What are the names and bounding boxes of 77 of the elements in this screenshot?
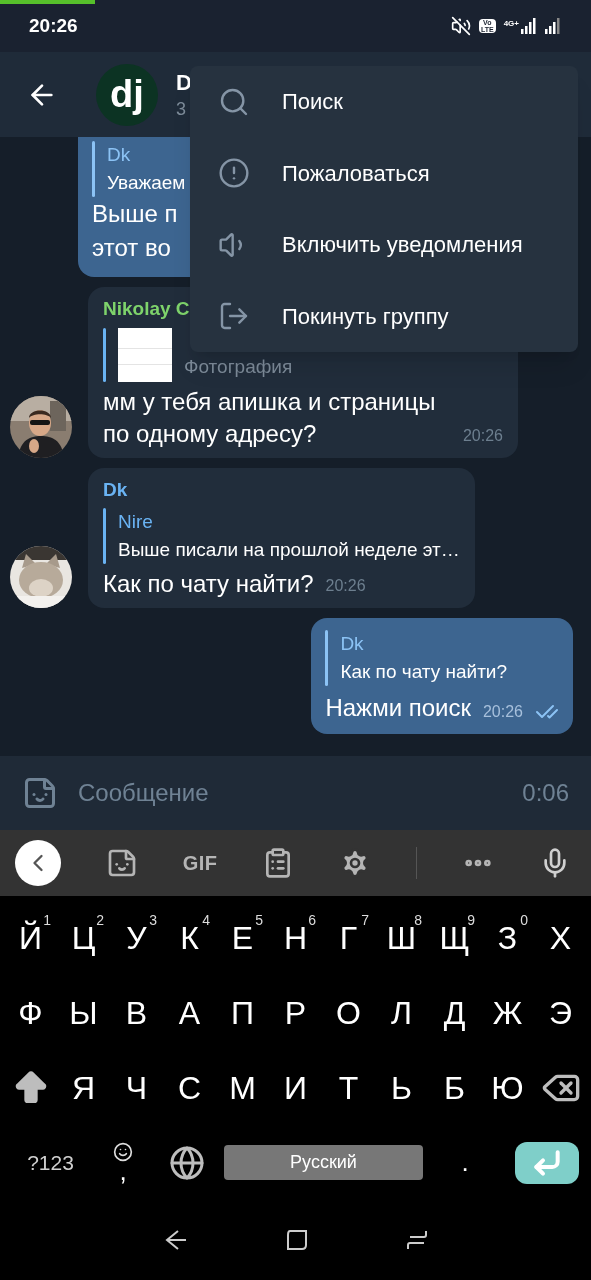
network-type: 4G+ [503,18,519,30]
key[interactable]: Р [269,975,322,1050]
collapse-button[interactable] [15,840,61,886]
comma-key[interactable]: , [119,1157,127,1184]
message-text: мм у тебя апишка и страницы по одному адресу? [103,386,437,449]
group-avatar: dj [96,63,158,126]
key-hint: 1 [43,911,51,930]
key[interactable]: Т [322,1050,375,1125]
reply-text: Фотография [184,355,293,379]
key[interactable]: Ч [110,1050,163,1125]
key-hint: 7 [361,911,369,930]
menu-item[interactable]: Пожаловаться [190,137,578,209]
menu-item[interactable]: Поиск [190,66,578,138]
key[interactable]: А [163,975,216,1050]
key[interactable]: Л [375,975,428,1050]
exclamation-icon [218,157,250,190]
key[interactable]: Ф [4,975,57,1050]
key[interactable]: И [269,1050,322,1125]
symbols-key[interactable]: ?123 [4,1125,97,1200]
message-text: этот во [92,233,171,263]
emoji-icon [113,1141,133,1162]
message-composer[interactable]: Сообщение 0:06 [0,756,591,830]
sender-name: Nikolay C [103,298,190,319]
reply-text: Как по чату найти? [340,660,508,684]
chat-title: D [176,68,192,97]
key[interactable]: В [110,975,163,1050]
key[interactable]: П [216,975,269,1050]
key[interactable]: Ь [375,1050,428,1125]
gif-button[interactable]: GIF [182,848,218,878]
key[interactable]: Я [57,1050,110,1125]
key[interactable]: М [216,1050,269,1125]
clock: 20:26 [29,13,78,38]
back-icon[interactable] [163,1228,188,1252]
menu-item[interactable]: Покинуть группу [190,280,578,352]
message-text: Как по чату найти? [103,569,314,599]
signal-icon [520,18,536,34]
reply-author: Dk [107,143,132,167]
key-hint: 0 [520,911,528,930]
key[interactable]: О [322,975,375,1050]
key[interactable]: Ю [481,1050,534,1125]
key[interactable]: Х [534,900,587,975]
globe-icon[interactable] [168,1144,205,1181]
key-hint: 6 [308,911,316,930]
key[interactable]: Б [428,1050,481,1125]
menu-item[interactable]: Включить уведомления [190,209,578,281]
reply-author: Dk [340,632,365,656]
key[interactable]: Д [428,975,481,1050]
space-key[interactable]: Русский [224,1145,423,1180]
key-hint: 4 [202,911,210,930]
key[interactable]: С [163,1050,216,1125]
signal-icon [544,18,562,34]
key-hint: 9 [467,911,475,928]
recording-timer: 0:06 [522,778,569,808]
mute-icon [450,16,471,36]
message-text: Выше п [92,199,178,229]
reply-author: Nire [118,510,154,534]
key[interactable]: Ы [57,975,110,1050]
message-time: 20:26 [325,576,366,596]
home-icon[interactable] [285,1229,308,1251]
message-time: 20:26 [482,702,523,722]
period-key[interactable]: . [423,1125,507,1200]
message-field[interactable]: Сообщение [78,775,523,811]
enter-key[interactable] [515,1141,579,1184]
recents-icon[interactable] [405,1229,428,1251]
message-text: Нажми поиск [325,693,471,723]
message-time: 20:26 [462,425,503,446]
sender-name: Dk [103,478,128,500]
key[interactable]: Э [534,975,587,1050]
sticker-icon[interactable] [22,775,58,811]
key-hint: 3 [149,911,157,930]
reply-text: Уважаем [107,171,186,195]
chat-subtitle: 3 [176,97,187,121]
key[interactable]: Ж [481,975,534,1050]
reply-text: Выше писали на прошлой неделе эт… [118,538,460,562]
key-hint: 8 [414,911,422,930]
key-hint: 2 [96,911,104,930]
key-hint: 5 [255,911,263,930]
